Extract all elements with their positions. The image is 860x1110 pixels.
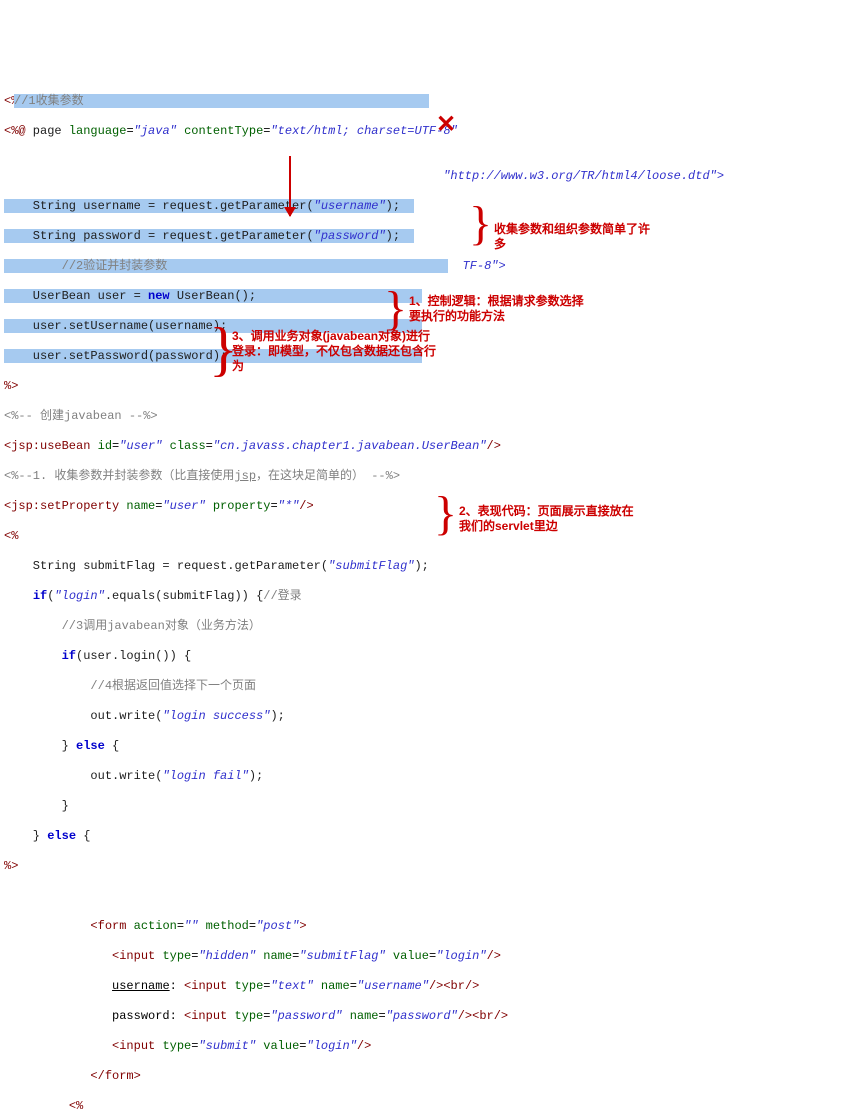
arrow-down-icon [289, 156, 291, 216]
code-line: <%-- 创建javabean --%> [4, 409, 856, 424]
code-line: if(user.login()) { [4, 649, 856, 664]
code-line: <jsp:useBean id="user" class="cn.javass.… [4, 439, 856, 454]
code-line: <% [4, 529, 856, 544]
code-line: String password = request.getParameter("… [4, 229, 856, 244]
code-line: <% [4, 1099, 856, 1110]
code-line: <input type="submit" value="login"/> [4, 1039, 856, 1054]
annotation-4: 2、表现代码：页面展示直接放在我们的servlet里边 [459, 504, 639, 534]
code-line: username: <input type="text" name="usern… [4, 979, 856, 994]
code-line: out.write("login success"); [4, 709, 856, 724]
brace-icon: } [434, 514, 457, 534]
code-line: <form action="" method="post"> [4, 919, 856, 934]
code-line: String submitFlag = request.getParameter… [4, 559, 856, 574]
code-line: //3调用javabean对象（业务方法） [4, 619, 856, 634]
code-line: <%--1. 收集参数并封装参数（比直接使用jsp，在这块足简单的） --%> [4, 469, 856, 484]
code-line: "http://www.w3.org/TR/html4/loose.dtd"> [436, 169, 856, 184]
code-viewer: <%@page import="cn.javass.chapter1.javab… [4, 64, 856, 1110]
code-line: <input type="hidden" name="submitFlag" v… [4, 949, 856, 964]
code-line: %> [4, 379, 856, 394]
code-line: } [4, 799, 856, 814]
code-line: } else { [4, 829, 856, 844]
code-line: String username = request.getParameter("… [4, 199, 856, 214]
code-line: //2验证并封装参数 TF-8"> [4, 259, 856, 274]
code-line: if("login".equals(submitFlag)) {//登录 [4, 589, 856, 604]
highlighted-old-code: //1收集参数 [14, 94, 429, 109]
code-line: <jsp:setProperty name="user" property="*… [4, 499, 856, 514]
code-line [4, 889, 856, 904]
annotation-3: 3、调用业务对象(javabean对象)进行登录：即模型，不仅包含数据还包含行为 [232, 329, 442, 374]
annotation-1: 收集参数和组织参数简单了许多 [494, 222, 654, 252]
brace-icon: } [469, 224, 492, 244]
brace-icon: } [384, 309, 407, 329]
code-line: //4根据返回值选择下一个页面 [4, 679, 856, 694]
code-line: out.write("login fail"); [4, 769, 856, 784]
code-line: %> [4, 859, 856, 874]
code-line: <%@ page language="java" contentType="te… [4, 124, 856, 139]
annotation-2: 1、控制逻辑：根据请求参数选择要执行的功能方法 [409, 294, 589, 324]
x-mark-icon: ✕ [436, 119, 456, 134]
code-comment: //1收集参数 [14, 94, 84, 108]
code-line: password: <input type="password" name="p… [4, 1009, 856, 1024]
code-line: </form> [4, 1069, 856, 1084]
code-line: } else { [4, 739, 856, 754]
